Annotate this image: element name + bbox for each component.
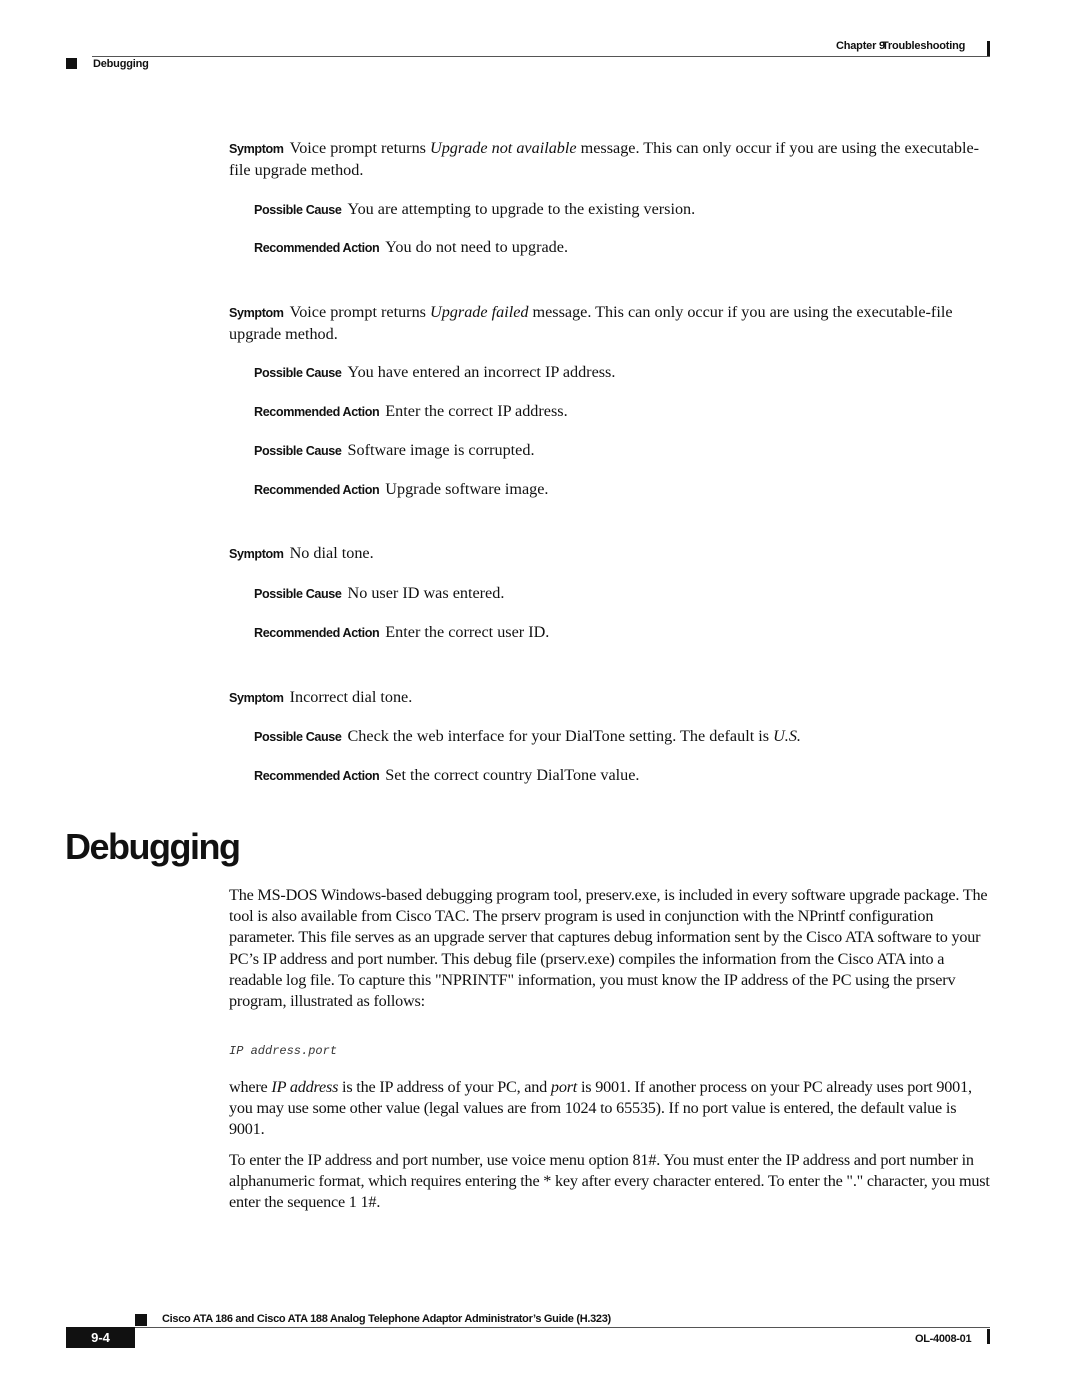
possible-cause-label: Possible Cause [254,587,342,601]
recommended-action-label: Recommended Action [254,483,380,497]
header-rule [92,56,990,57]
recommended-action: Recommended Action Set the correct countr… [254,765,994,787]
recommended-action-text: Enter the correct IP address. [385,402,568,420]
symptom-label: Symptom [229,691,284,705]
symptom-label: Symptom [229,306,284,320]
possible-cause-label: Possible Cause [254,366,342,380]
recommended-action-label: Recommended Action [254,241,380,255]
recommended-action-text: Enter the correct user ID. [385,623,550,641]
where-text: where [229,1078,272,1096]
symptom-2: Symptom Voice prompt returns Upgrade fail… [229,302,994,345]
recommended-action-label: Recommended Action [254,626,380,640]
header-chapter: Chapter 9 [836,40,885,52]
possible-cause-label: Possible Cause [254,444,342,458]
header-section: Debugging [93,58,149,70]
recommended-action-text: You do not need to upgrade. [385,238,568,256]
recommended-action: Recommended Action Enter the correct user… [254,622,994,644]
possible-cause: Possible Cause No user ID was entered. [254,583,994,605]
code-example: IP address.port [229,1044,338,1058]
recommended-action-label: Recommended Action [254,769,380,783]
symptom-4: Symptom Incorrect dial tone. [229,687,994,709]
where-paragraph: where IP address is the IP address of yo… [229,1077,994,1141]
header-square-marker [66,58,77,69]
where-text: is the IP address of your PC, and [338,1078,551,1096]
possible-cause: Possible Cause Software image is corrupte… [254,440,994,462]
symptom-3: Symptom No dial tone. [229,543,994,565]
symptom-text-italic: Upgrade failed [430,303,529,321]
symptom-text-italic: Upgrade not available [430,139,577,157]
recommended-action: Recommended Action Enter the correct IP a… [254,401,994,423]
header-bar-marker [987,41,990,56]
where-port-italic: port [550,1078,578,1096]
symptom-label: Symptom [229,142,284,156]
possible-cause-text: Check the web interface for your DialTon… [347,727,774,745]
symptom-text: No dial tone. [289,544,374,562]
footer-bar-marker [987,1329,990,1344]
symptom-label: Symptom [229,547,284,561]
symptom-text: Incorrect dial tone. [289,688,413,706]
possible-cause-text: Software image is corrupted. [347,441,535,459]
possible-cause-label: Possible Cause [254,730,342,744]
where-ip-italic: IP address [271,1078,339,1096]
header-chapter-title: Troubleshooting [882,40,966,52]
footer-doc-id: OL-4008-01 [915,1333,972,1345]
possible-cause-text: You are attempting to upgrade to the exi… [347,200,696,218]
possible-cause-text: No user ID was entered. [347,584,505,602]
symptom-text-pre: Voice prompt returns [289,303,431,321]
footer-rule [135,1327,990,1328]
possible-cause-label: Possible Cause [254,203,342,217]
symptom-1: Symptom Voice prompt returns Upgrade not … [229,138,994,181]
possible-cause: Possible Cause You are attempting to upgr… [254,199,994,221]
possible-cause-italic: U.S. [773,727,801,745]
recommended-action: Recommended Action Upgrade software image… [254,479,994,501]
possible-cause: Possible Cause You have entered an incorr… [254,362,994,384]
intro-paragraph: The MS-DOS Windows-based debugging progr… [229,886,988,1011]
section-title: Debugging [65,826,241,867]
possible-cause-text: You have entered an incorrect IP address… [347,363,616,381]
recommended-action-label: Recommended Action [254,405,380,419]
page-number: 9-4 [66,1327,135,1348]
recommended-action: Recommended Action You do not need to upg… [254,237,994,259]
symptom-text-pre: Voice prompt returns [289,139,431,157]
footer-guide-title: Cisco ATA 186 and Cisco ATA 188 Analog T… [162,1313,611,1325]
recommended-action-text: Set the correct country DialTone value. [385,766,640,784]
enter-paragraph: To enter the IP address and port number,… [229,1151,990,1212]
footer-square-marker [135,1314,147,1326]
possible-cause: Possible Cause Check the web interface fo… [254,726,994,748]
recommended-action-text: Upgrade software image. [385,480,549,498]
